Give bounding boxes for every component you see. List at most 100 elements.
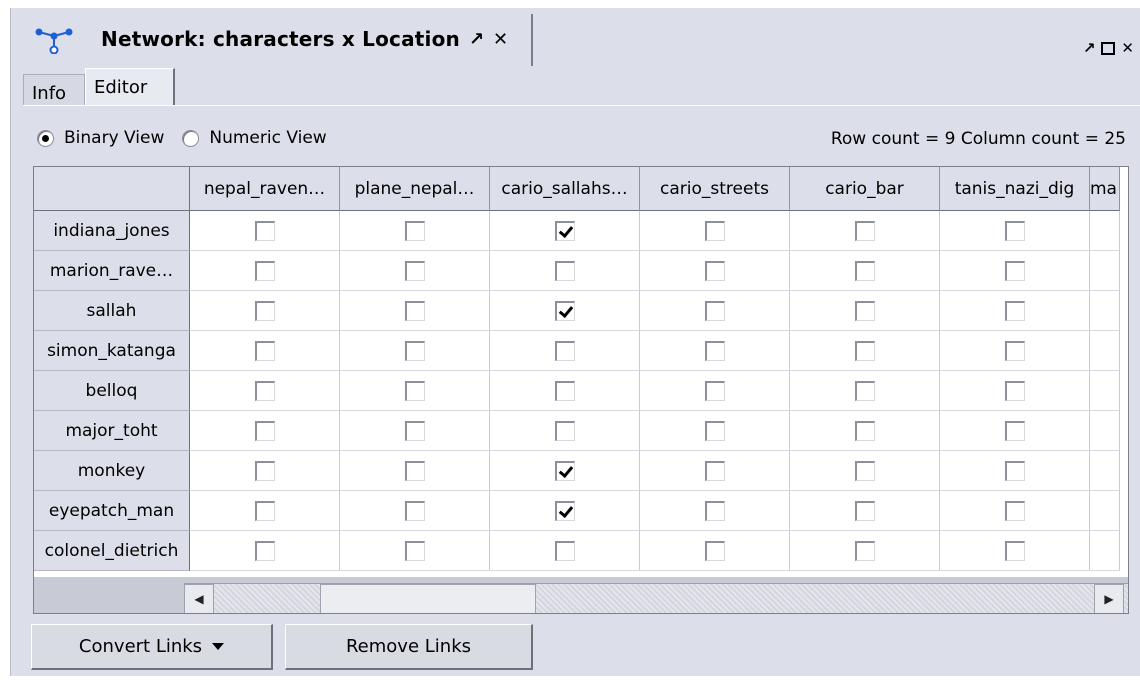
row-header[interactable]: simon_katanga	[34, 331, 190, 371]
grid-cell	[640, 491, 790, 531]
link-checkbox[interactable]	[704, 300, 725, 321]
link-checkbox[interactable]	[404, 500, 425, 521]
grid-cell	[790, 411, 940, 451]
column-header[interactable]: plane_nepal…	[340, 167, 490, 211]
link-checkbox[interactable]	[854, 300, 875, 321]
link-checkbox[interactable]	[704, 340, 725, 361]
column-header[interactable]: cario_sallahs…	[490, 167, 640, 211]
link-checkbox[interactable]	[1004, 340, 1025, 361]
link-checkbox[interactable]	[404, 340, 425, 361]
link-checkbox[interactable]	[254, 540, 275, 561]
convert-links-button[interactable]: Convert Links	[31, 624, 273, 670]
close-tab-icon[interactable]: ✕	[493, 30, 508, 50]
link-checkbox[interactable]	[404, 460, 425, 481]
link-checkbox-checked[interactable]	[554, 300, 575, 321]
grid-cell	[940, 451, 1090, 491]
row-header[interactable]: colonel_dietrich	[34, 531, 190, 571]
tab-editor[interactable]: Editor	[85, 68, 175, 106]
link-checkbox[interactable]	[704, 500, 725, 521]
link-checkbox[interactable]	[404, 220, 425, 241]
scroll-left-button[interactable]: ◀	[184, 584, 214, 613]
row-header[interactable]: marion_rave…	[34, 251, 190, 291]
link-checkbox[interactable]	[554, 380, 575, 401]
row-header[interactable]: indiana_jones	[34, 211, 190, 251]
link-checkbox[interactable]	[254, 340, 275, 361]
link-checkbox[interactable]	[254, 220, 275, 241]
tab-info[interactable]: Info	[23, 74, 85, 106]
grid-cell	[340, 491, 490, 531]
horizontal-scrollbar[interactable]: ◀ ▶	[184, 583, 1128, 613]
link-checkbox[interactable]	[404, 420, 425, 441]
grid-cell	[340, 451, 490, 491]
document-tab[interactable]: Network: characters x Location ↗ ✕	[23, 14, 533, 66]
link-checkbox[interactable]	[254, 420, 275, 441]
link-checkbox[interactable]	[1004, 460, 1025, 481]
numeric-view-radio[interactable]	[182, 129, 200, 147]
link-checkbox[interactable]	[704, 460, 725, 481]
link-checkbox[interactable]	[254, 300, 275, 321]
link-checkbox-checked[interactable]	[554, 220, 575, 241]
link-checkbox[interactable]	[1004, 220, 1025, 241]
link-checkbox[interactable]	[704, 380, 725, 401]
link-checkbox[interactable]	[1004, 260, 1025, 281]
link-checkbox[interactable]	[554, 420, 575, 441]
column-header[interactable]: ma	[1090, 167, 1120, 211]
link-checkbox[interactable]	[854, 540, 875, 561]
row-header[interactable]: belloq	[34, 371, 190, 411]
binary-view-label[interactable]: Binary View	[64, 128, 164, 148]
column-header[interactable]: tanis_nazi_dig	[940, 167, 1090, 211]
link-checkbox[interactable]	[1004, 500, 1025, 521]
column-header[interactable]: nepal_raven…	[190, 167, 340, 211]
grid-cell	[340, 371, 490, 411]
link-checkbox[interactable]	[854, 460, 875, 481]
grid-cell	[640, 411, 790, 451]
link-checkbox[interactable]	[854, 340, 875, 361]
link-checkbox[interactable]	[404, 260, 425, 281]
grid-cell	[340, 251, 490, 291]
link-checkbox[interactable]	[704, 220, 725, 241]
scroll-right-button[interactable]: ▶	[1094, 584, 1124, 613]
link-checkbox[interactable]	[1004, 300, 1025, 321]
link-checkbox[interactable]	[854, 220, 875, 241]
link-checkbox[interactable]	[854, 500, 875, 521]
float-tab-icon[interactable]: ↗	[469, 30, 484, 50]
grid-cell	[640, 251, 790, 291]
link-checkbox-checked[interactable]	[554, 460, 575, 481]
link-checkbox[interactable]	[854, 260, 875, 281]
link-checkbox[interactable]	[404, 380, 425, 401]
link-checkbox[interactable]	[254, 460, 275, 481]
column-header[interactable]: cario_streets	[640, 167, 790, 211]
link-checkbox[interactable]	[554, 540, 575, 561]
row-header[interactable]: eyepatch_man	[34, 491, 190, 531]
row-header[interactable]: sallah	[34, 291, 190, 331]
link-checkbox[interactable]	[854, 420, 875, 441]
link-checkbox[interactable]	[1004, 540, 1025, 561]
row-header[interactable]: major_toht	[34, 411, 190, 451]
numeric-view-label[interactable]: Numeric View	[209, 128, 326, 148]
float-window-icon[interactable]: ↗	[1083, 40, 1096, 56]
link-checkbox[interactable]	[254, 380, 275, 401]
link-checkbox[interactable]	[554, 260, 575, 281]
maximize-icon[interactable]	[1101, 41, 1116, 55]
scrollbar-thumb[interactable]	[320, 584, 536, 613]
link-checkbox[interactable]	[254, 260, 275, 281]
grid-cell	[490, 531, 640, 571]
column-header[interactable]: cario_bar	[790, 167, 940, 211]
close-window-icon[interactable]: ✕	[1121, 40, 1134, 56]
link-checkbox[interactable]	[404, 540, 425, 561]
grid-cell	[490, 371, 640, 411]
grid-cell	[190, 491, 340, 531]
link-checkbox[interactable]	[404, 300, 425, 321]
link-checkbox[interactable]	[854, 380, 875, 401]
link-checkbox[interactable]	[704, 260, 725, 281]
link-checkbox-checked[interactable]	[554, 500, 575, 521]
link-checkbox[interactable]	[1004, 420, 1025, 441]
row-header[interactable]: monkey	[34, 451, 190, 491]
link-checkbox[interactable]	[704, 420, 725, 441]
link-checkbox[interactable]	[254, 500, 275, 521]
link-checkbox[interactable]	[704, 540, 725, 561]
binary-view-radio[interactable]	[37, 129, 54, 147]
remove-links-button[interactable]: Remove Links	[285, 624, 533, 670]
link-checkbox[interactable]	[554, 340, 575, 361]
link-checkbox[interactable]	[1004, 380, 1025, 401]
